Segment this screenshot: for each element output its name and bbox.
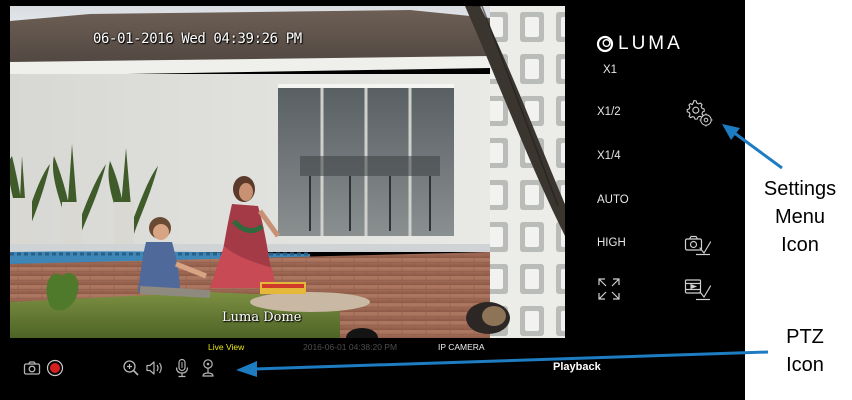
ptz-annotation-line1: PTZ — [786, 326, 824, 348]
settings-annotation-line2: Menu — [774, 206, 826, 228]
camera-icon[interactable] — [21, 356, 43, 380]
ptz-annotation: PTZ Icon — [770, 323, 840, 379]
microphone-icon[interactable] — [171, 356, 193, 380]
ptz-annotation-line2: Icon — [786, 354, 824, 376]
ptz-icon[interactable] — [197, 356, 219, 380]
video-download-icon[interactable] — [684, 277, 712, 306]
osd-timestamp: 06-01-2016 Wed 04:39:26 PM — [93, 31, 302, 47]
camera-label: IP CAMERA — [438, 342, 485, 352]
settings-annotation-line1: Settings — [763, 178, 837, 200]
osd-camera-name: Luma Dome — [222, 310, 302, 325]
settings-icon[interactable] — [684, 98, 714, 133]
record-icon[interactable] — [44, 356, 66, 380]
stream-option-x1-2[interactable]: X1/2 — [597, 106, 621, 118]
logo-text: LUMA — [618, 33, 683, 54]
zoom-in-icon[interactable] — [120, 356, 142, 380]
live-view-label[interactable]: Live View — [208, 340, 244, 354]
stream-option-x1[interactable]: X1 — [603, 64, 617, 76]
luma-logo-icon — [596, 35, 614, 53]
stream-option-x1-4[interactable]: X1/4 — [597, 150, 621, 162]
settings-annotation-line3: Icon — [781, 234, 819, 256]
video-frame-image — [10, 6, 565, 338]
settings-annotation: Settings Menu Icon — [748, 175, 852, 259]
fullscreen-icon[interactable] — [597, 277, 621, 306]
snapshot-download-icon[interactable] — [684, 234, 712, 261]
luma-logo: LUMA — [596, 32, 683, 56]
camera-viewer: 06-01-2016 Wed 04:39:26 PM Luma Dome Liv… — [0, 0, 745, 400]
stream-option-high[interactable]: HIGH — [597, 237, 626, 249]
speaker-icon[interactable] — [144, 356, 166, 380]
video-feed[interactable]: 06-01-2016 Wed 04:39:26 PM Luma Dome — [10, 6, 565, 338]
playback-button[interactable]: Playback — [553, 361, 601, 373]
stream-option-auto[interactable]: AUTO — [597, 194, 629, 206]
recording-timestamp: 2016-06-01 04:38:20 PM — [303, 342, 398, 352]
